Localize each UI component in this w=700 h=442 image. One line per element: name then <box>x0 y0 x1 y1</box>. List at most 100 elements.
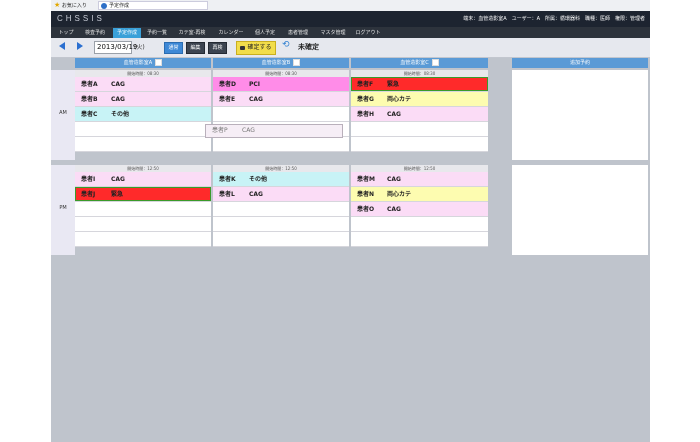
side-panel-pm[interactable] <box>512 165 648 255</box>
side-panel-am[interactable] <box>512 70 648 160</box>
procedure: CAG <box>111 81 125 88</box>
nav-tab[interactable]: 予約一覧 <box>143 28 171 38</box>
appointment-slot[interactable]: 患者M CAG <box>351 172 488 187</box>
appointment-slot[interactable]: 患者B CAG <box>75 92 211 107</box>
patient-name: 患者H <box>357 111 375 118</box>
empty-slot[interactable] <box>213 137 349 152</box>
confirm-label: 確定する <box>247 44 272 51</box>
appointment-slot[interactable]: 患者I CAG <box>75 172 211 187</box>
empty-slot[interactable] <box>75 217 211 232</box>
start-time: 開始時間：08:30 <box>213 70 349 77</box>
browser-tab-label: 予定作成 <box>109 3 130 9</box>
nav-tab[interactable]: カテ室-再検 <box>173 28 211 38</box>
procedure: CAG <box>249 96 263 103</box>
room-b-checkbox[interactable] <box>293 59 301 66</box>
browser-icon <box>101 2 107 9</box>
appointment-slot[interactable]: 患者G 両心カテ <box>351 92 488 107</box>
nav-tab[interactable]: 個人予定 <box>251 28 279 38</box>
patient-name: 患者M <box>357 176 375 183</box>
empty-slot[interactable] <box>213 217 349 232</box>
app-logo: CHSSIS <box>57 14 105 23</box>
procedure: 両心カテ <box>387 191 412 198</box>
refresh-icon[interactable]: ⟲ <box>282 40 290 50</box>
empty-slot[interactable] <box>213 202 349 217</box>
empty-slot[interactable] <box>351 217 488 232</box>
patient-name: 患者B <box>81 96 98 103</box>
day-of-week: (火) <box>134 44 145 51</box>
appointment-slot[interactable]: 患者K その他 <box>213 172 349 187</box>
room-c-checkbox[interactable] <box>431 59 439 66</box>
appointment-slot[interactable]: 患者C その他 <box>75 107 211 122</box>
app-header: CHSSIS 端末：血管造影室A ユーザー：A 所属：循環器科 職種：医師 権限… <box>51 11 650 27</box>
procedure: CAG <box>111 176 125 183</box>
room-header-c: 血管造影室C <box>351 58 488 68</box>
empty-slot[interactable] <box>75 232 211 247</box>
nav-tab[interactable]: 患者管理 <box>283 28 313 38</box>
empty-slot[interactable] <box>351 137 488 152</box>
mode-normal-button[interactable]: 通常 <box>164 42 183 54</box>
nav-tab[interactable]: ログアウト <box>353 28 383 38</box>
procedure: 緊急 <box>111 191 124 198</box>
appointment-slot[interactable]: 患者F 緊急 <box>351 77 488 92</box>
appointment-slot[interactable]: 患者D PCI <box>213 77 349 92</box>
appointment-slot[interactable]: 患者H CAG <box>351 107 488 122</box>
dragging-appointment[interactable]: 患者P CAG <box>205 124 343 138</box>
nav-tab[interactable]: 予定作成 <box>113 28 141 38</box>
appointment-slot[interactable]: 患者A CAG <box>75 77 211 92</box>
start-time: 開始時間：12:50 <box>213 165 349 172</box>
patient-name: 患者C <box>81 111 98 118</box>
star-icon: ★ <box>54 1 61 9</box>
empty-slot[interactable] <box>75 122 211 137</box>
date-input[interactable]: 2013/03/19 <box>94 41 137 54</box>
start-time: 開始時間：12:50 <box>351 165 488 172</box>
confirm-button[interactable]: 確定する <box>236 41 276 55</box>
procedure: CAG <box>111 96 125 103</box>
empty-slot[interactable] <box>213 232 349 247</box>
am-room-column: 開始時間：08:30 患者F 緊急 患者G 両心カテ 患者H CAG <box>351 70 488 152</box>
patient-name: 患者F <box>357 81 374 88</box>
patient-name: 患者A <box>81 81 98 88</box>
am-room-column: 開始時間：08:30 患者D PCI 患者E CAG <box>213 70 349 152</box>
nav-tab[interactable]: トップ <box>55 28 77 38</box>
main-nav: トップ 検査予約 予定作成 予約一覧 カテ室-再検 カレンダー 個人予定 患者管理 マスタ管理ロ… <box>51 27 650 38</box>
procedure: その他 <box>111 111 130 118</box>
patient-name: 患者J <box>81 191 96 198</box>
procedure: CAG <box>387 176 401 183</box>
mode-recheck-button[interactable]: 再検 <box>208 42 227 54</box>
empty-slot[interactable] <box>351 232 488 247</box>
drag-patient: 患者P <box>212 127 228 134</box>
prev-day-icon[interactable] <box>59 42 65 50</box>
start-time: 開始時間：08:30 <box>75 70 211 77</box>
patient-name: 患者G <box>357 96 374 103</box>
appointment-slot[interactable]: 患者O CAG <box>351 202 488 217</box>
next-day-icon[interactable] <box>77 42 83 50</box>
room-name: 血管造影室C <box>400 60 429 66</box>
room-a-checkbox[interactable] <box>155 59 163 66</box>
appointment-slot[interactable]: 患者L CAG <box>213 187 349 202</box>
empty-slot[interactable] <box>351 122 488 137</box>
drag-procedure: CAG <box>242 127 255 134</box>
pm-label-cell: PM <box>51 165 75 255</box>
procedure: CAG <box>249 191 263 198</box>
procedure: 両心カテ <box>387 96 412 103</box>
nav-tab[interactable]: マスタ管理 <box>317 28 349 38</box>
room-header-b: 血管造影室B <box>213 58 349 68</box>
patient-name: 患者N <box>357 191 375 198</box>
appointment-slot[interactable]: 患者J 緊急 <box>75 187 211 202</box>
empty-slot[interactable] <box>75 137 211 152</box>
nav-tab[interactable]: カレンダー <box>215 28 247 38</box>
am-label-cell: AM <box>51 70 75 160</box>
empty-slot[interactable] <box>213 107 349 122</box>
empty-slot[interactable] <box>75 202 211 217</box>
browser-tab[interactable]: 予定作成 <box>98 1 208 10</box>
patient-name: 患者O <box>357 206 375 213</box>
app-window: ★ お気に入り 予定作成 CHSSIS 端末：血管造影室A ユーザー：A 所属：… <box>51 0 650 442</box>
appointment-slot[interactable]: 患者N 両心カテ <box>351 187 488 202</box>
appointment-slot[interactable]: 患者E CAG <box>213 92 349 107</box>
patient-name: 患者D <box>219 81 236 88</box>
mode-edit-button[interactable]: 編集 <box>186 42 205 54</box>
favorites-label: お気に入り <box>61 3 87 9</box>
favorites-button[interactable]: ★ お気に入り <box>54 1 87 10</box>
patient-name: 患者I <box>81 176 96 183</box>
nav-tab[interactable]: 検査予約 <box>81 28 109 38</box>
